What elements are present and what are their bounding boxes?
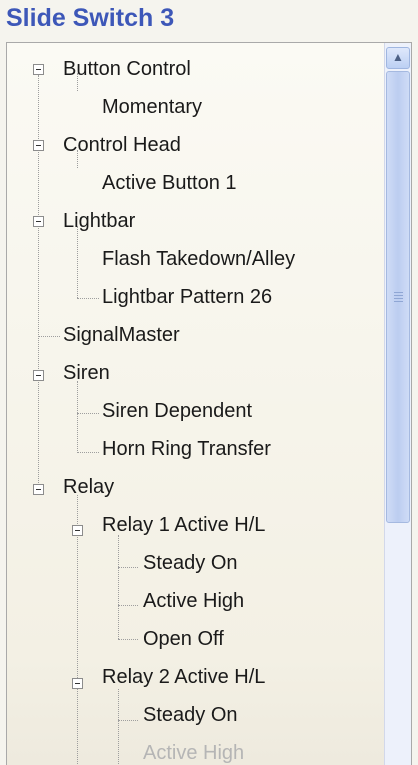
tree-connector (77, 452, 99, 453)
tree-item-signalmaster[interactable]: SignalMaster (63, 318, 180, 352)
tree-connector (38, 336, 60, 337)
scrollbar-thumb[interactable] (386, 71, 410, 523)
tree-connector (118, 535, 119, 639)
minus-box-icon[interactable] (33, 140, 44, 151)
tree-item-button-control[interactable]: Button Control (63, 52, 191, 86)
tree-connector (118, 567, 138, 568)
tree-connector (77, 298, 99, 299)
minus-box-icon[interactable] (33, 216, 44, 227)
tree-connector (118, 689, 119, 765)
tree-item-steady-on-2[interactable]: Steady On (143, 698, 238, 732)
tree-panel: Button Control Momentary Control Head Ac… (6, 42, 412, 765)
tree-item-lightbar-pattern-26[interactable]: Lightbar Pattern 26 (102, 280, 272, 314)
tree-item-siren[interactable]: Siren (63, 356, 110, 390)
tree-connector (118, 605, 138, 606)
tree-item-steady-on[interactable]: Steady On (143, 546, 238, 580)
tree-connector (118, 639, 138, 640)
panel-title: Slide Switch 3 (6, 4, 175, 32)
tree-item-active-high[interactable]: Active High (143, 584, 244, 618)
tree-item-open-off[interactable]: Open Off (143, 622, 224, 656)
tree-view: Button Control Momentary Control Head Ac… (7, 43, 385, 765)
minus-box-icon[interactable] (33, 484, 44, 495)
vertical-scrollbar[interactable]: ▲ (384, 43, 411, 765)
tree-item-control-head[interactable]: Control Head (63, 128, 181, 162)
tree-item-relay[interactable]: Relay (63, 470, 114, 504)
tree-item-horn-ring-transfer[interactable]: Horn Ring Transfer (102, 432, 271, 466)
minus-box-icon[interactable] (33, 64, 44, 75)
tree-item-siren-dependent[interactable]: Siren Dependent (102, 394, 252, 428)
minus-box-icon[interactable] (33, 370, 44, 381)
tree-connector (77, 413, 99, 414)
chevron-up-icon[interactable]: ▲ (386, 47, 410, 69)
tree-item-active-button-1[interactable]: Active Button 1 (102, 166, 237, 200)
tree-item-momentary[interactable]: Momentary (102, 90, 202, 124)
tree-item-relay-1-active[interactable]: Relay 1 Active H/L (102, 508, 265, 542)
tree-connector (118, 720, 138, 721)
tree-connector (77, 381, 78, 453)
tree-item-relay-2-active[interactable]: Relay 2 Active H/L (102, 660, 265, 694)
minus-box-icon[interactable] (72, 678, 83, 689)
tree-item-lightbar[interactable]: Lightbar (63, 204, 135, 238)
tree-connector (38, 75, 39, 485)
tree-item-flash-takedown-alley[interactable]: Flash Takedown/Alley (102, 242, 295, 276)
tree-item-active-high-2[interactable]: Active High (143, 736, 244, 765)
minus-box-icon[interactable] (72, 525, 83, 536)
